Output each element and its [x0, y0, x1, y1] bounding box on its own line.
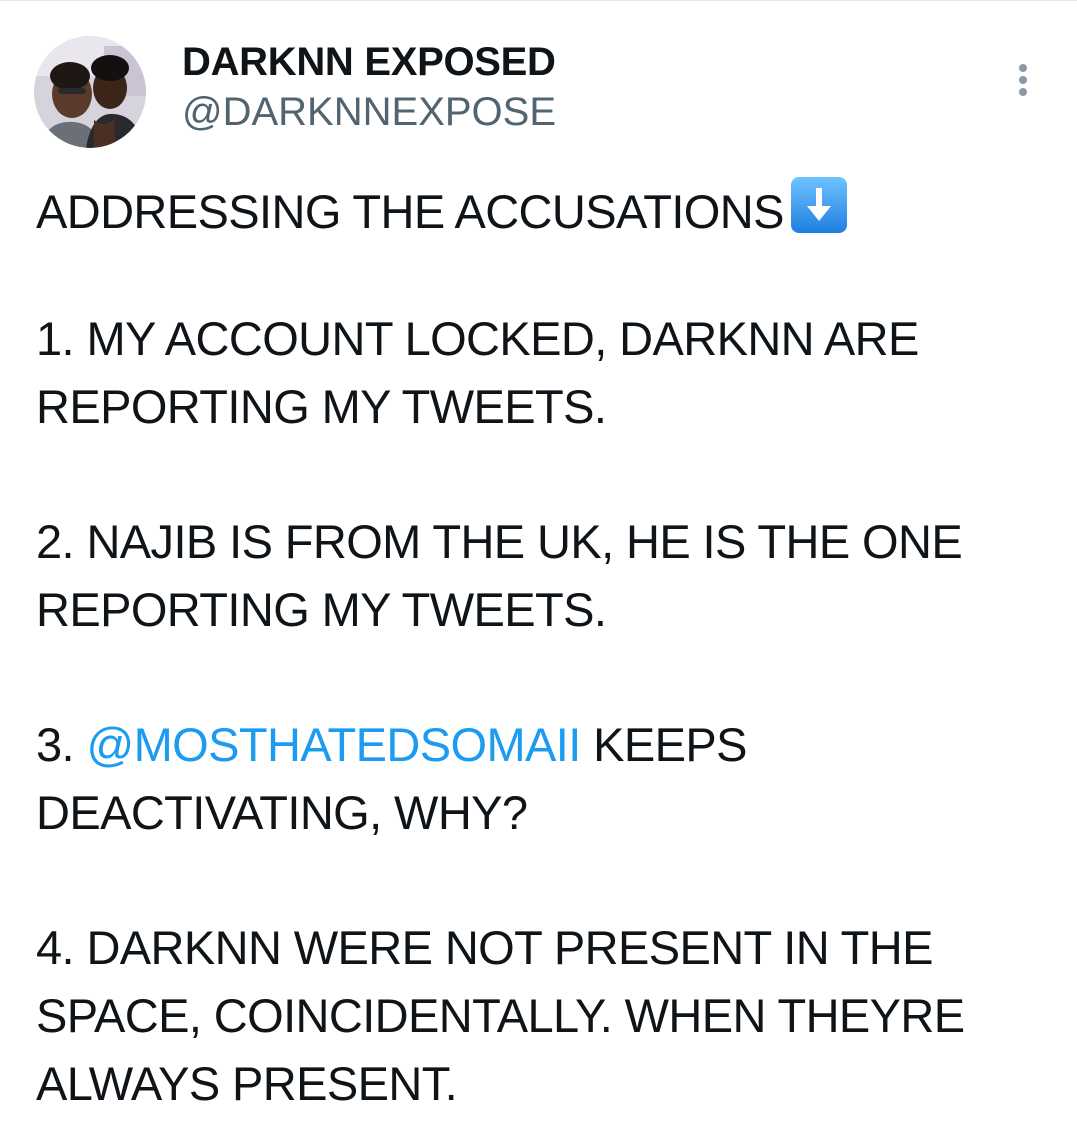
point-2-line-2: REPORTING MY TWEETS. [36, 583, 607, 636]
avatar[interactable] [34, 36, 146, 148]
point-3-prefix: 3. [36, 718, 87, 771]
tweet-heading-line: ADDRESSING THE ACCUSATIONS [36, 170, 1056, 238]
tweet-text: ADDRESSING THE ACCUSATIONS 1. MY ACCOUNT… [36, 170, 1056, 1118]
more-dot [1019, 88, 1027, 96]
point-4-line-2: SPACE, COINCIDENTALLY. WHEN THEYRE [36, 989, 965, 1042]
point-3-line-2: DEACTIVATING, WHY? [36, 786, 528, 839]
mention-link[interactable]: @MOSTHATEDSOMAII [86, 718, 581, 771]
avatar-image [34, 36, 146, 148]
point-3-line-1: 3. @MOSTHATEDSOMAII KEEPS [36, 711, 1056, 779]
point-3-suffix: KEEPS [580, 718, 747, 771]
author-display-name[interactable]: DARKNN EXPOSED [182, 38, 556, 86]
more-dot [1019, 76, 1027, 84]
point-1-line-1: 1. MY ACCOUNT LOCKED, DARKNN ARE [36, 312, 919, 365]
point-4-line-1: 4. DARKNN WERE NOT PRESENT IN THE [36, 921, 933, 974]
more-options-icon[interactable] [1008, 58, 1038, 102]
point-2-line-1: 2. NAJIB IS FROM THE UK, HE IS THE ONE [36, 515, 963, 568]
down-arrow-emoji-icon [790, 176, 848, 234]
point-4-line-3: ALWAYS PRESENT. [36, 1057, 458, 1110]
more-dot [1019, 64, 1027, 72]
point-1-line-2: REPORTING MY TWEETS. [36, 380, 607, 433]
author-handle[interactable]: @DARKNNEXPOSE [182, 88, 556, 136]
tweet-heading: ADDRESSING THE ACCUSATIONS [36, 185, 784, 238]
top-divider [0, 0, 1077, 1]
